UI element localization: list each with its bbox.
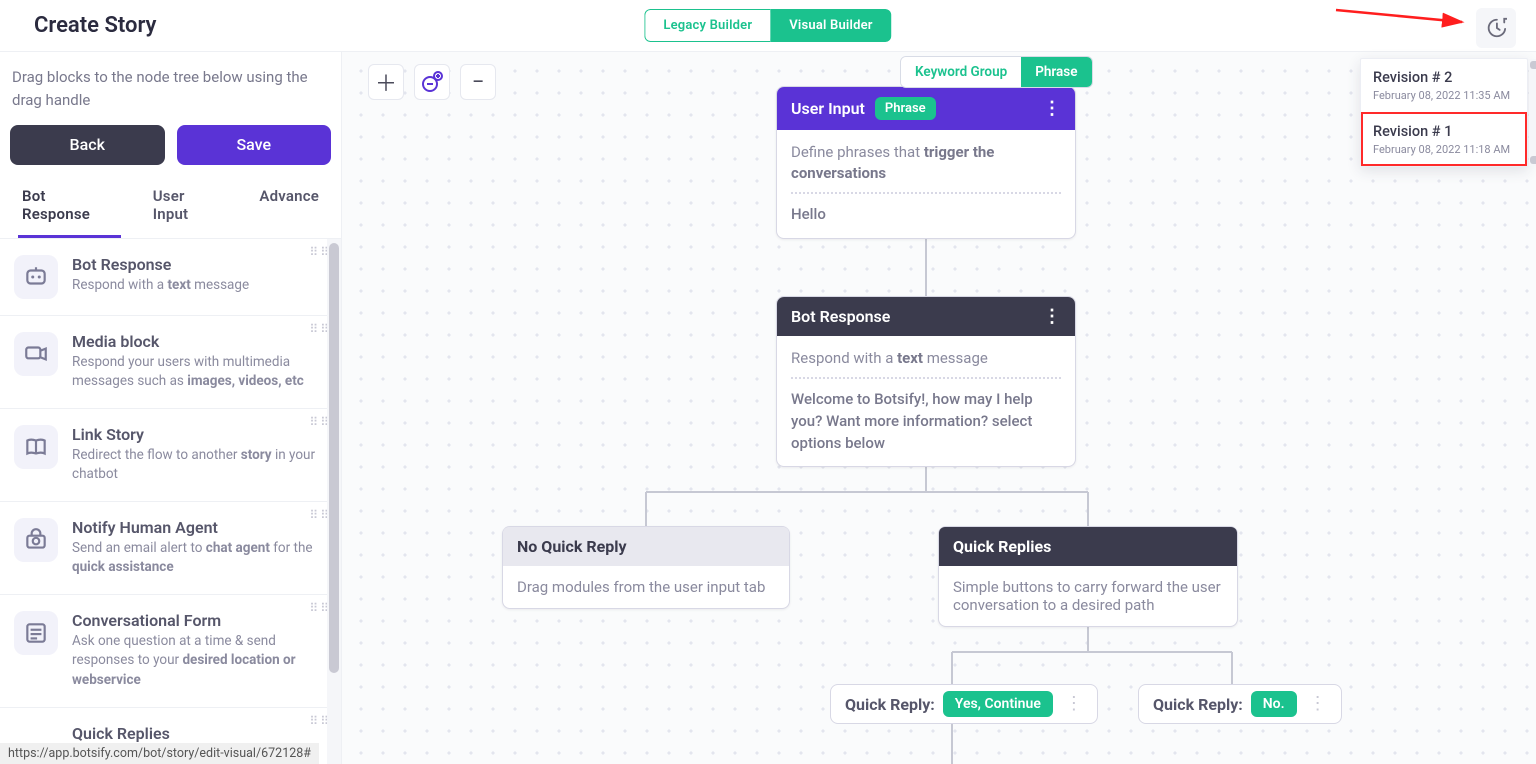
save-button[interactable]: Save (177, 125, 332, 165)
revision-item-2[interactable]: Revision # 2 February 08, 2022 11:35 AM (1361, 59, 1527, 112)
chip-quick-reply-no[interactable]: Quick Reply: No. ⋮ (1138, 684, 1342, 724)
chip-label: Quick Reply: (1153, 695, 1243, 714)
history-button[interactable] (1476, 8, 1516, 48)
revision-item-1[interactable]: Revision # 1 February 08, 2022 11:18 AM (1361, 112, 1527, 166)
revisions-scrollbar[interactable] (1529, 59, 1536, 166)
block-title: Media block (72, 332, 323, 351)
node-menu-button[interactable]: ⋮ (1043, 314, 1061, 320)
chip-menu-button[interactable]: ⋮ (1061, 701, 1087, 707)
block-title: Conversational Form (72, 611, 323, 630)
node-content: Hello (791, 204, 1061, 226)
block-title: Notify Human Agent (72, 518, 323, 537)
node-title: Bot Response (791, 307, 890, 326)
bot-icon (14, 255, 58, 299)
tab-user-input[interactable]: User Input (149, 179, 228, 238)
block-media[interactable]: Media block Respond your users with mult… (0, 316, 341, 409)
chip-quick-reply-yes[interactable]: Quick Reply: Yes, Continue ⋮ (830, 684, 1098, 724)
page-title: Create Story (34, 13, 156, 38)
book-icon (14, 425, 58, 469)
node-header: User Input Phrase ⋮ (777, 87, 1075, 130)
revision-title: Revision # 1 (1373, 123, 1515, 140)
block-conversational-form[interactable]: Conversational Form Ask one question at … (0, 595, 341, 708)
node-user-input[interactable]: User Input Phrase ⋮ Define phrases that … (776, 86, 1076, 239)
chip-menu-button[interactable]: ⋮ (1305, 701, 1331, 707)
canvas[interactable]: ＋ − Keyword Group Phrase (342, 52, 1536, 764)
tab-bot-response[interactable]: Bot Response (18, 179, 121, 238)
builder-toggle: Legacy Builder Visual Builder (644, 9, 891, 42)
block-desc: Respond with a text message (72, 276, 323, 296)
node-no-quick-reply[interactable]: No Quick Reply Drag modules from the use… (502, 526, 790, 609)
revisions-popover: Revision # 2 February 08, 2022 11:35 AM … (1360, 58, 1528, 167)
revision-date: February 08, 2022 11:18 AM (1373, 143, 1515, 156)
form-icon (14, 611, 58, 655)
zoom-reset-button[interactable] (414, 64, 450, 100)
block-desc: Send an email alert to chat agent for th… (72, 539, 323, 578)
zoom-controls: ＋ − (368, 64, 496, 100)
block-link-story[interactable]: Link Story Redirect the flow to another … (0, 409, 341, 502)
chip-value: Yes, Continue (943, 691, 1053, 717)
node-title: User Input (791, 99, 865, 118)
sidebar-tabs: Bot Response User Input Advance (0, 179, 341, 239)
revision-title: Revision # 2 (1373, 69, 1515, 86)
node-body: Respond with a text message Welcome to B… (777, 336, 1075, 466)
keyword-group-tab[interactable]: Keyword Group (901, 57, 1021, 87)
chip-value: No. (1251, 691, 1297, 717)
node-header: Quick Replies (939, 527, 1237, 566)
zoom-out-button[interactable]: − (460, 64, 496, 100)
block-title: Bot Response (72, 255, 323, 274)
block-title: Link Story (72, 425, 323, 444)
phrase-badge: Phrase (875, 97, 936, 120)
block-desc: Redirect the flow to another story in yo… (72, 446, 323, 485)
block-bot-response[interactable]: Bot Response Respond with a text message… (0, 239, 341, 316)
block-notify-agent[interactable]: Notify Human Agent Send an email alert t… (0, 502, 341, 595)
history-icon (1485, 17, 1507, 39)
node-body: Define phrases that trigger the conversa… (777, 130, 1075, 238)
zoom-in-button[interactable]: ＋ (368, 64, 404, 100)
helper-text: Drag blocks to the node tree below using… (0, 52, 341, 125)
chip-label: Quick Reply: (845, 695, 935, 714)
node-quick-replies[interactable]: Quick Replies Simple buttons to carry fo… (938, 526, 1238, 627)
node-menu-button[interactable]: ⋮ (1043, 106, 1061, 112)
node-header: No Quick Reply (503, 527, 789, 566)
main: Drag blocks to the node tree below using… (0, 52, 1536, 764)
node-header: Bot Response ⋮ (777, 297, 1075, 336)
blocks-list: Bot Response Respond with a text message… (0, 239, 341, 764)
sidebar: Drag blocks to the node tree below using… (0, 52, 342, 764)
tab-advance[interactable]: Advance (255, 179, 323, 238)
revision-date: February 08, 2022 11:35 AM (1373, 89, 1515, 102)
zoom-reset-icon (420, 70, 444, 94)
block-title: Quick Replies (72, 724, 323, 743)
block-desc: Ask one question at a time & send respon… (72, 632, 323, 691)
agent-icon (14, 518, 58, 562)
block-desc: Respond your users with multimedia messa… (72, 353, 323, 392)
sidebar-scrollbar[interactable] (327, 239, 341, 764)
topbar: Create Story Legacy Builder Visual Build… (0, 0, 1536, 52)
node-body: Drag modules from the user input tab (503, 566, 789, 608)
phrase-tab[interactable]: Phrase (1021, 57, 1091, 87)
node-bot-response[interactable]: Bot Response ⋮ Respond with a text messa… (776, 296, 1076, 467)
button-row: Back Save (0, 125, 341, 179)
node-body: Simple buttons to carry forward the user… (939, 566, 1237, 626)
trigger-type-tabs: Keyword Group Phrase (900, 56, 1093, 88)
media-icon (14, 332, 58, 376)
legacy-builder-button[interactable]: Legacy Builder (644, 9, 770, 42)
node-content: Welcome to Botsify!, how may I help you?… (791, 389, 1061, 454)
back-button[interactable]: Back (10, 125, 165, 165)
visual-builder-button[interactable]: Visual Builder (770, 9, 891, 42)
status-bar-url: https://app.botsify.com/bot/story/edit-v… (0, 743, 319, 764)
